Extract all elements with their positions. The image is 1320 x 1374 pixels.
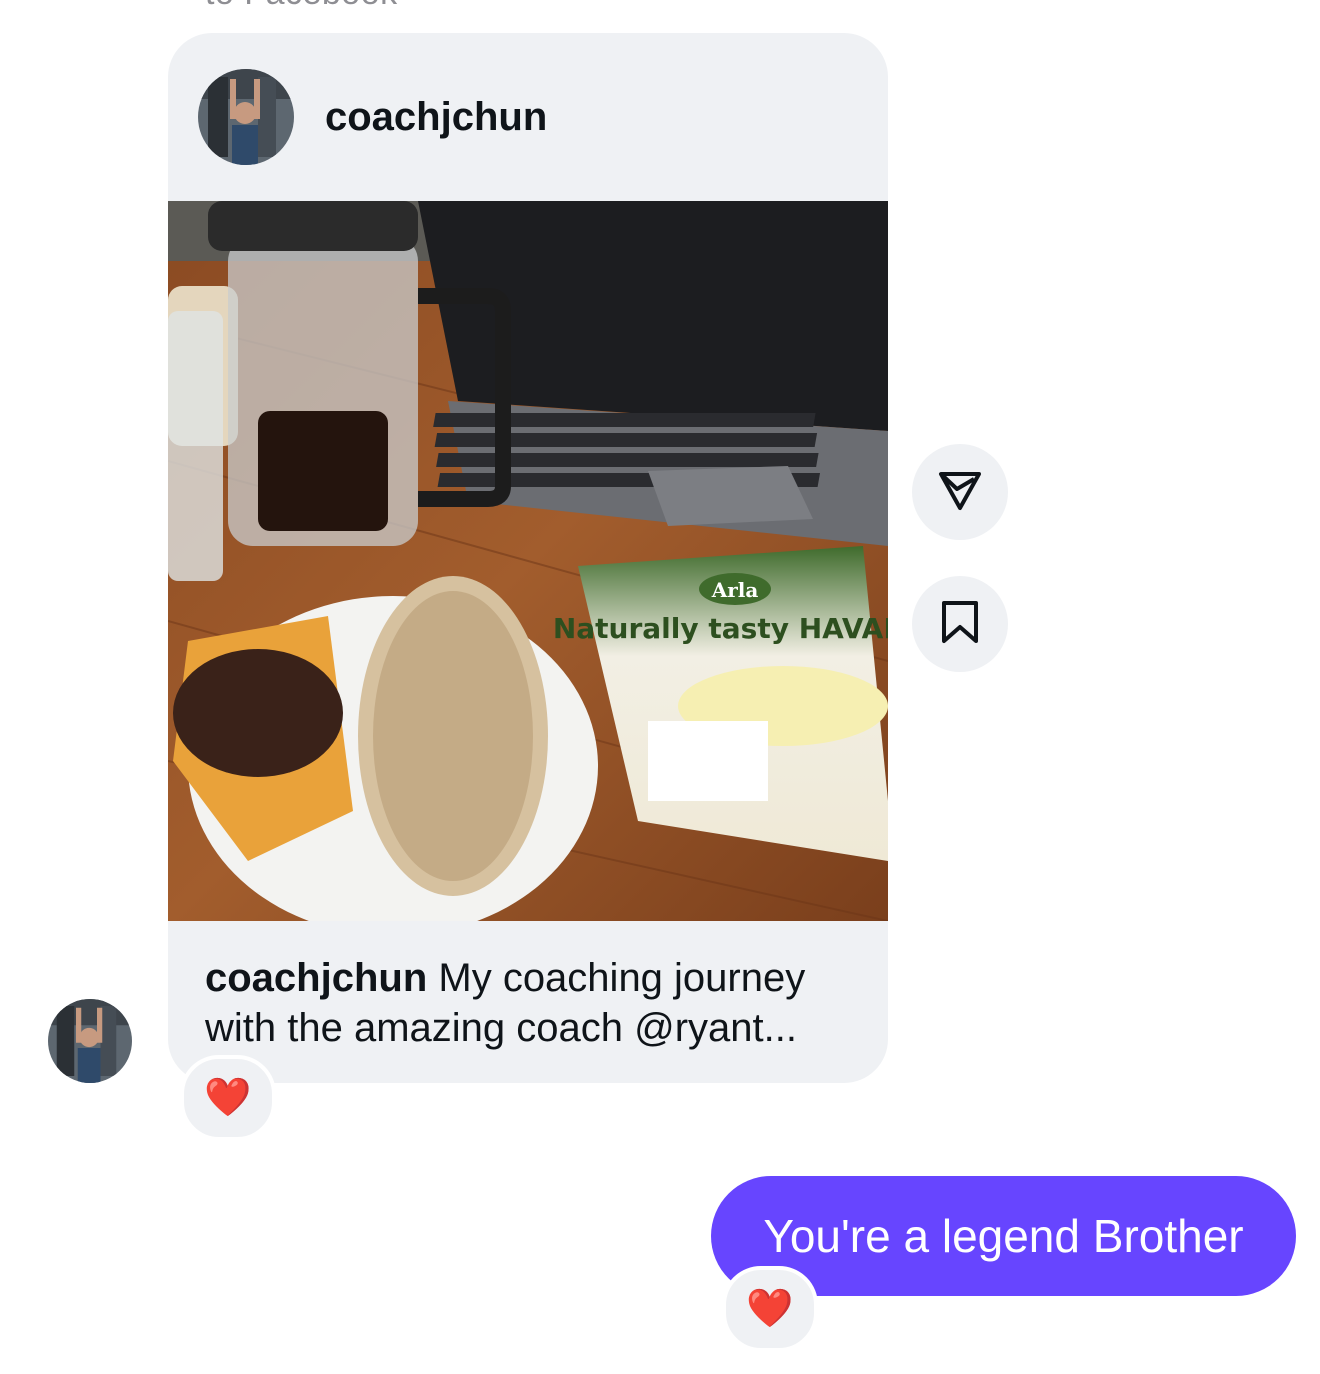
pack-brand: Arla bbox=[711, 578, 759, 602]
heart-icon: ❤️ bbox=[746, 1288, 794, 1330]
post-caption[interactable]: coachjchun My coaching journey with the … bbox=[205, 953, 865, 1053]
heart-icon: ❤️ bbox=[204, 1077, 252, 1119]
post-author-avatar[interactable] bbox=[198, 69, 294, 165]
post-header[interactable]: coachjchun bbox=[168, 33, 888, 201]
share-button[interactable] bbox=[912, 444, 1008, 540]
previous-message-fragment: to Facebook bbox=[205, 0, 398, 13]
message-reaction-heart[interactable]: ❤️ bbox=[722, 1266, 818, 1352]
shared-post-card[interactable]: coachjchun Arla Naturally tasty HAVA coa… bbox=[168, 33, 888, 1083]
post-photo[interactable]: Arla Naturally tasty HAVARTI bbox=[168, 201, 888, 921]
save-button[interactable] bbox=[912, 576, 1008, 672]
post-author-username[interactable]: coachjchun bbox=[325, 95, 547, 140]
caption-username[interactable]: coachjchun bbox=[205, 956, 427, 1000]
outgoing-message-text: You're a legend Brother bbox=[763, 1210, 1244, 1262]
post-reaction-heart[interactable]: ❤️ bbox=[180, 1055, 276, 1141]
bookmark-icon bbox=[940, 599, 980, 650]
send-icon bbox=[937, 467, 983, 518]
sender-avatar[interactable] bbox=[48, 999, 132, 1083]
pack-label: Naturally tasty HAVARTI bbox=[553, 612, 888, 645]
